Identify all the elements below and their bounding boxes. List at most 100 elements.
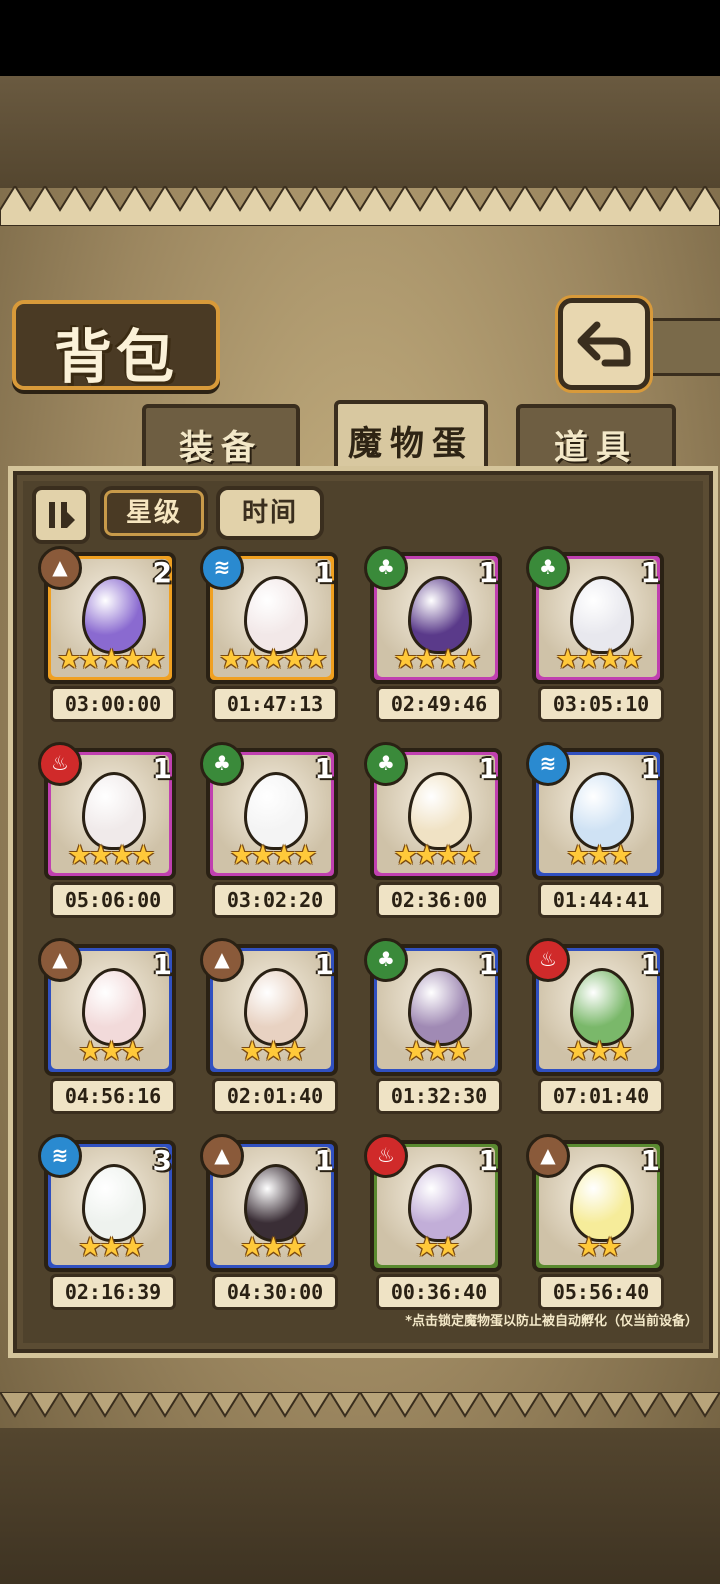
nature-element-icon: ♣ bbox=[200, 742, 244, 786]
hatch-timer: 00:36:40 bbox=[376, 1274, 502, 1310]
hatch-timer: 05:06:00 bbox=[50, 882, 176, 918]
egg-count: 1 bbox=[640, 752, 660, 785]
star-icon: ★ bbox=[120, 1036, 145, 1067]
star-icon: ★ bbox=[229, 840, 254, 871]
egg-card[interactable]: ≋ 3 ★★★ 02:16:39 bbox=[38, 1134, 176, 1310]
star-icon: ★ bbox=[261, 644, 285, 675]
egg-card[interactable]: ≋ 1 ★★★★★ 01:47:13 bbox=[200, 546, 338, 722]
egg-card[interactable]: ▲ 1 ★★ 05:56:40 bbox=[526, 1134, 664, 1310]
hatch-timer: 03:00:00 bbox=[50, 686, 176, 722]
star-icon: ★ bbox=[457, 840, 481, 871]
star-icon: ★ bbox=[78, 1036, 102, 1067]
star-rating: ★★★★ bbox=[370, 840, 502, 871]
star-icon: ★ bbox=[404, 1036, 428, 1067]
egg-count: 1 bbox=[478, 556, 498, 589]
star-rating: ★★★★★ bbox=[206, 644, 338, 675]
egg-card[interactable]: ▲ 1 ★★★ 04:56:16 bbox=[38, 938, 176, 1114]
star-icon: ★ bbox=[240, 644, 264, 675]
star-icon: ★ bbox=[619, 644, 643, 675]
egg-card[interactable]: ♣ 1 ★★★★ 03:02:20 bbox=[200, 742, 338, 918]
egg-count: 1 bbox=[478, 752, 498, 785]
star-icon: ★ bbox=[99, 1232, 123, 1263]
sort-order-icon bbox=[49, 502, 75, 528]
egg-count: 1 bbox=[640, 1144, 660, 1177]
star-icon: ★ bbox=[282, 644, 307, 675]
egg-count: 1 bbox=[640, 556, 660, 589]
star-icon: ★ bbox=[88, 840, 113, 871]
star-rating: ★★★ bbox=[206, 1036, 338, 1067]
star-rating: ★★★ bbox=[206, 1232, 338, 1263]
star-icon: ★ bbox=[608, 840, 633, 871]
star-rating: ★★ bbox=[370, 1232, 502, 1263]
back-button[interactable] bbox=[558, 298, 650, 390]
star-icon: ★ bbox=[598, 644, 622, 675]
fire-element-icon: ♨ bbox=[526, 938, 570, 982]
sort-order-toggle[interactable] bbox=[32, 486, 90, 544]
star-icon: ★ bbox=[587, 1036, 611, 1067]
star-icon: ★ bbox=[78, 644, 102, 675]
egg-card[interactable]: ≋ 1 ★★★ 01:44:41 bbox=[526, 742, 664, 918]
egg-card[interactable]: ♣ 1 ★★★★ 03:05:10 bbox=[526, 546, 664, 722]
bottom-map-strip bbox=[0, 1428, 720, 1584]
egg-card[interactable]: ▲ 1 ★★★ 04:30:00 bbox=[200, 1134, 338, 1310]
egg-card[interactable]: ♨ 1 ★★ 00:36:40 bbox=[364, 1134, 502, 1310]
star-icon: ★ bbox=[393, 644, 418, 675]
tab-monster-eggs-label: 魔物蛋 bbox=[348, 424, 474, 464]
nature-element-icon: ♣ bbox=[364, 546, 408, 590]
star-icon: ★ bbox=[576, 1232, 601, 1263]
star-rating: ★★★★★ bbox=[44, 644, 176, 675]
status-bar bbox=[0, 0, 720, 76]
star-icon: ★ bbox=[240, 1036, 264, 1067]
egg-count: 1 bbox=[640, 948, 660, 981]
water-element-icon: ≋ bbox=[526, 742, 570, 786]
star-icon: ★ bbox=[425, 1036, 449, 1067]
egg-card[interactable]: ♣ 1 ★★★★ 02:36:00 bbox=[364, 742, 502, 918]
egg-card[interactable]: ▲ 1 ★★★ 02:01:40 bbox=[200, 938, 338, 1114]
sort-by-star-button[interactable]: 星级 bbox=[100, 486, 208, 540]
star-icon: ★ bbox=[446, 1036, 471, 1067]
hatch-timer: 02:16:39 bbox=[50, 1274, 176, 1310]
star-icon: ★ bbox=[99, 644, 123, 675]
sort-by-time-button[interactable]: 时间 bbox=[216, 486, 324, 540]
star-rating: ★★★★ bbox=[370, 644, 502, 675]
egg-card[interactable]: ♣ 1 ★★★★ 02:49:46 bbox=[364, 546, 502, 722]
hatch-timer: 02:49:46 bbox=[376, 686, 502, 722]
egg-count: 1 bbox=[314, 1144, 334, 1177]
return-arrow-icon bbox=[577, 321, 631, 367]
star-icon: ★ bbox=[250, 840, 275, 871]
star-icon: ★ bbox=[436, 1232, 460, 1263]
star-icon: ★ bbox=[120, 644, 145, 675]
star-icon: ★ bbox=[457, 644, 481, 675]
star-icon: ★ bbox=[414, 840, 439, 871]
hatch-timer: 01:44:41 bbox=[538, 882, 664, 918]
star-icon: ★ bbox=[240, 1232, 264, 1263]
star-icon: ★ bbox=[576, 644, 601, 675]
nature-element-icon: ♣ bbox=[364, 938, 408, 982]
star-icon: ★ bbox=[131, 840, 155, 871]
star-icon: ★ bbox=[555, 644, 580, 675]
star-icon: ★ bbox=[293, 840, 317, 871]
egg-count: 1 bbox=[152, 948, 172, 981]
egg-card[interactable]: ▲ 2 ★★★★★ 03:00:00 bbox=[38, 546, 176, 722]
star-icon: ★ bbox=[110, 840, 134, 871]
water-element-icon: ≋ bbox=[200, 546, 244, 590]
hatch-timer: 03:02:20 bbox=[212, 882, 338, 918]
egg-count: 1 bbox=[478, 1144, 498, 1177]
star-icon: ★ bbox=[99, 1036, 123, 1067]
earth-element-icon: ▲ bbox=[38, 938, 82, 982]
egg-card[interactable]: ♣ 1 ★★★ 01:32:30 bbox=[364, 938, 502, 1114]
egg-card[interactable]: ♨ 1 ★★★ 07:01:40 bbox=[526, 938, 664, 1114]
star-rating: ★★★★ bbox=[44, 840, 176, 871]
star-rating: ★★★ bbox=[370, 1036, 502, 1067]
egg-card[interactable]: ♨ 1 ★★★★ 05:06:00 bbox=[38, 742, 176, 918]
star-icon: ★ bbox=[566, 840, 590, 871]
nature-element-icon: ♣ bbox=[364, 742, 408, 786]
star-icon: ★ bbox=[56, 644, 81, 675]
hatch-timer: 02:01:40 bbox=[212, 1078, 338, 1114]
egg-count: 1 bbox=[314, 752, 334, 785]
star-icon: ★ bbox=[282, 1232, 307, 1263]
page-title: 背包 bbox=[53, 323, 178, 391]
hatch-timer: 05:56:40 bbox=[538, 1274, 664, 1310]
star-icon: ★ bbox=[414, 1232, 439, 1263]
star-icon: ★ bbox=[393, 840, 418, 871]
